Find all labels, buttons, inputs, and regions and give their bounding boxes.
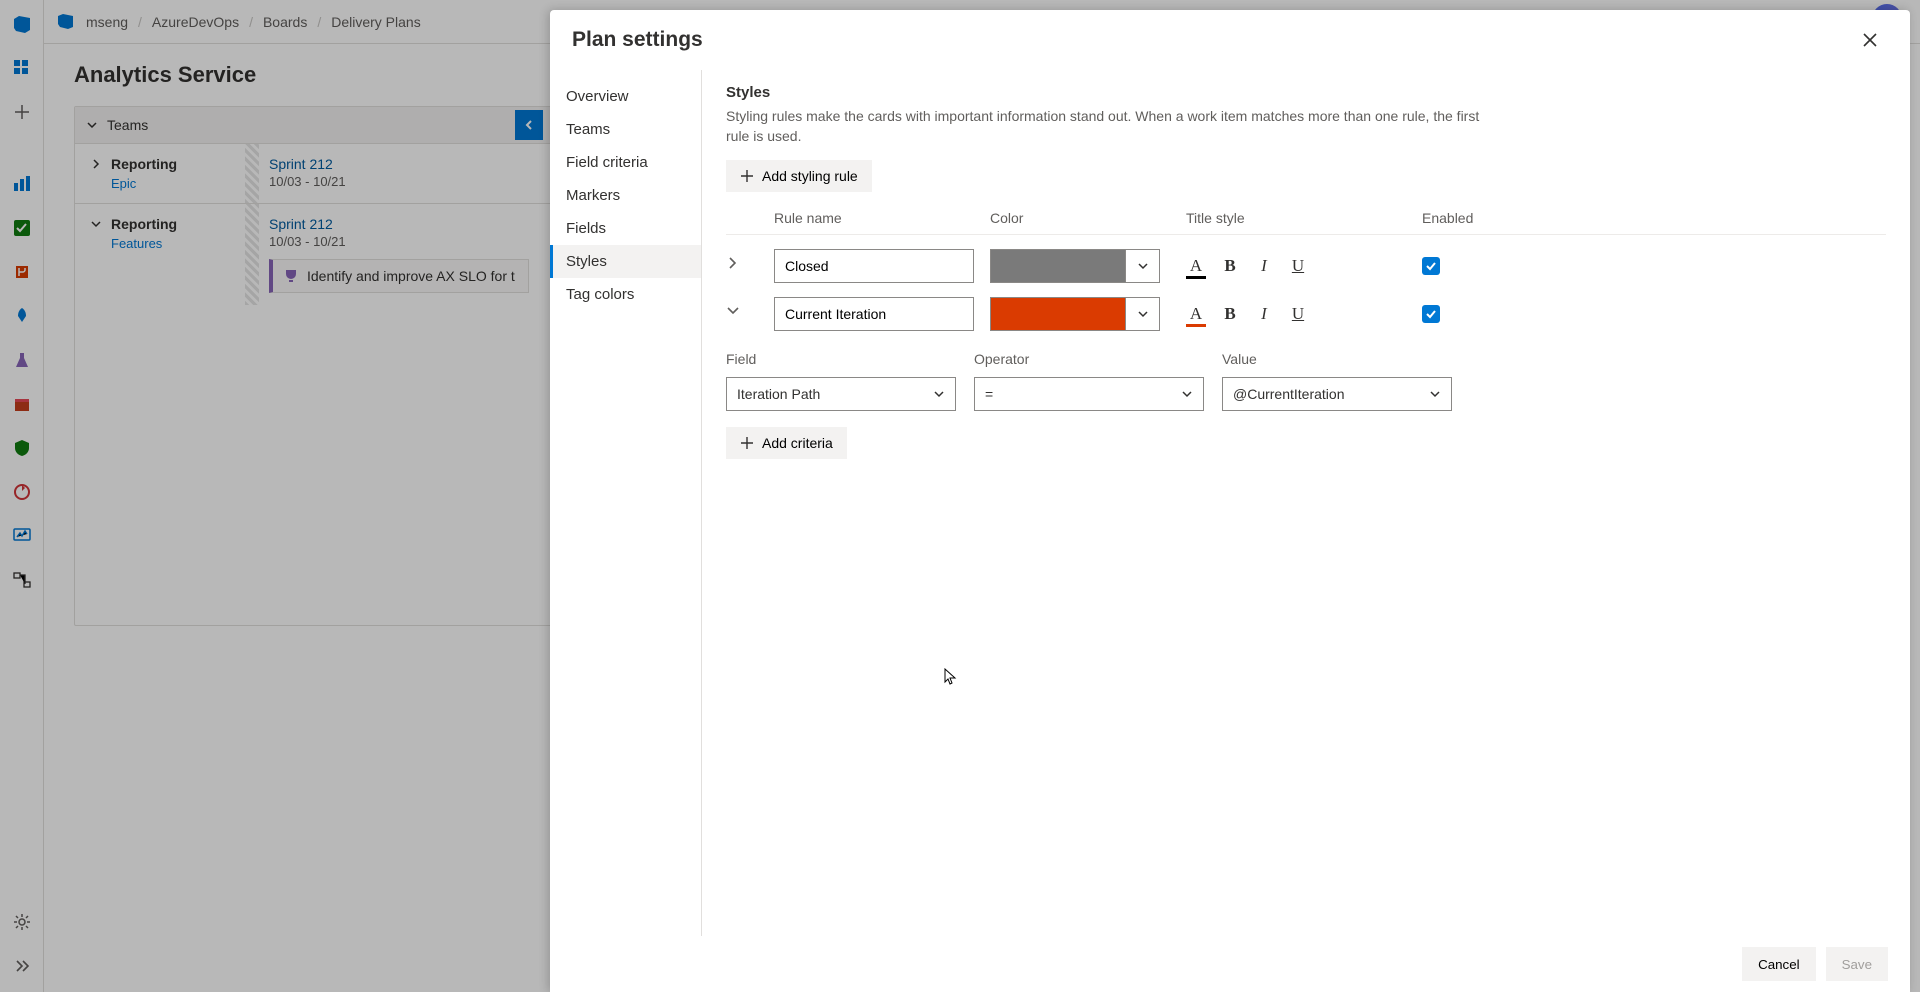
underline-button[interactable]: U xyxy=(1288,304,1308,324)
col-rule-name: Rule name xyxy=(774,210,974,226)
text-color-button[interactable]: A xyxy=(1186,304,1206,324)
add-icon xyxy=(740,436,754,450)
italic-button[interactable]: I xyxy=(1254,304,1274,324)
panel-content: Styles Styling rules make the cards with… xyxy=(702,70,1910,936)
nav-overview[interactable]: Overview xyxy=(550,80,701,113)
cancel-button[interactable]: Cancel xyxy=(1742,947,1816,981)
color-dropdown-button[interactable] xyxy=(1125,298,1159,330)
collapse-rule-toggle[interactable] xyxy=(726,304,746,324)
add-styling-rule-button[interactable]: Add styling rule xyxy=(726,160,872,192)
title-style-group: A B I U xyxy=(1186,256,1406,276)
bold-button[interactable]: B xyxy=(1220,304,1240,324)
color-dropdown-button[interactable] xyxy=(1125,250,1159,282)
col-field: Field xyxy=(726,351,956,367)
bold-button[interactable]: B xyxy=(1220,256,1240,276)
title-style-group: A B I U xyxy=(1186,304,1406,324)
check-icon xyxy=(1425,260,1437,272)
chevron-down-icon xyxy=(1137,308,1149,320)
cursor-icon xyxy=(944,668,958,686)
style-rule-row: A B I U xyxy=(726,249,1886,283)
add-criteria-button[interactable]: Add criteria xyxy=(726,427,847,459)
close-icon xyxy=(1861,31,1879,49)
nav-styles[interactable]: Styles xyxy=(550,245,701,278)
expand-rule-toggle[interactable] xyxy=(726,256,746,276)
field-select[interactable]: Iteration Path xyxy=(726,377,956,411)
nav-field-criteria[interactable]: Field criteria xyxy=(550,146,701,179)
panel-nav: Overview Teams Field criteria Markers Fi… xyxy=(550,70,702,936)
nav-teams[interactable]: Teams xyxy=(550,113,701,146)
chevron-right-icon xyxy=(726,256,740,270)
section-heading: Styles xyxy=(726,84,1886,101)
close-button[interactable] xyxy=(1852,22,1888,58)
nav-tag-colors[interactable]: Tag colors xyxy=(550,278,701,311)
chevron-down-icon xyxy=(726,304,740,318)
rules-header-row: Rule name Color Title style Enabled xyxy=(726,210,1886,235)
value-select[interactable]: @CurrentIteration xyxy=(1222,377,1452,411)
check-icon xyxy=(1425,308,1437,320)
color-picker[interactable] xyxy=(990,249,1160,283)
chevron-down-icon xyxy=(1137,260,1149,272)
plan-settings-panel: Plan settings Overview Teams Field crite… xyxy=(550,10,1910,992)
italic-button[interactable]: I xyxy=(1254,256,1274,276)
enabled-checkbox[interactable] xyxy=(1422,305,1440,323)
save-button[interactable]: Save xyxy=(1826,947,1888,981)
chevron-down-icon xyxy=(933,388,945,400)
color-swatch xyxy=(991,298,1125,330)
operator-select[interactable]: = xyxy=(974,377,1204,411)
nav-markers[interactable]: Markers xyxy=(550,179,701,212)
col-operator: Operator xyxy=(974,351,1204,367)
color-swatch xyxy=(991,250,1125,282)
col-color: Color xyxy=(990,210,1170,226)
col-enabled: Enabled xyxy=(1422,210,1502,226)
panel-title: Plan settings xyxy=(572,28,703,52)
rule-name-input[interactable] xyxy=(774,249,974,283)
style-rule-row: A B I U xyxy=(726,297,1886,331)
section-description: Styling rules make the cards with import… xyxy=(726,107,1506,146)
rule-name-input[interactable] xyxy=(774,297,974,331)
panel-footer: Cancel Save xyxy=(550,936,1910,992)
enabled-checkbox[interactable] xyxy=(1422,257,1440,275)
criteria-row: Iteration Path = @CurrentIteration xyxy=(726,377,1886,411)
col-value: Value xyxy=(1222,351,1452,367)
col-title-style: Title style xyxy=(1186,210,1406,226)
text-color-button[interactable]: A xyxy=(1186,256,1206,276)
nav-fields[interactable]: Fields xyxy=(550,212,701,245)
criteria-labels: Field Operator Value xyxy=(726,351,1886,367)
chevron-down-icon xyxy=(1181,388,1193,400)
chevron-down-icon xyxy=(1429,388,1441,400)
color-picker[interactable] xyxy=(990,297,1160,331)
add-icon xyxy=(740,169,754,183)
underline-button[interactable]: U xyxy=(1288,256,1308,276)
